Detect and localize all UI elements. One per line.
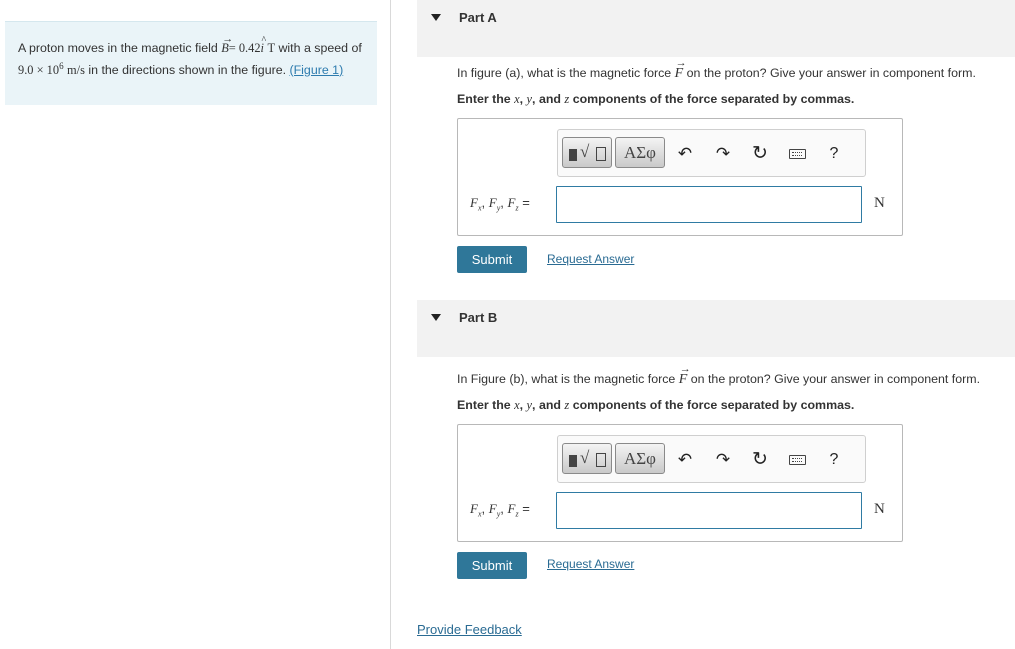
panel-divider: [390, 0, 391, 649]
part-b-question: In Figure (b), what is the magnetic forc…: [457, 363, 981, 387]
speed-unit: m/s: [67, 62, 85, 77]
greek-symbols-button[interactable]: ΑΣφ: [615, 443, 665, 474]
equation-label: Fx, Fy, Fz =: [470, 501, 530, 519]
part-b-submit-button[interactable]: Submit: [457, 552, 527, 579]
answer-input[interactable]: [556, 186, 862, 223]
vector-arrow-icon: →: [675, 57, 687, 69]
redo-icon[interactable]: ↷: [711, 142, 735, 166]
part-a-submit-button[interactable]: Submit: [457, 246, 527, 273]
templates-button[interactable]: √: [562, 137, 612, 168]
unit-label: N: [874, 501, 885, 517]
reset-icon[interactable]: ↻: [748, 448, 772, 472]
field-vector-symbol: → B: [221, 33, 234, 55]
part-a-request-answer-link[interactable]: Request Answer: [547, 252, 634, 266]
undo-icon[interactable]: ↶: [673, 142, 697, 166]
keyboard-icon[interactable]: [784, 142, 808, 166]
part-a-label: Part A: [459, 10, 497, 25]
part-a-question: In figure (a), what is the magnetic forc…: [457, 57, 976, 81]
part-a-instruction: Enter the x, y, and z components of the …: [457, 92, 855, 106]
part-a-header[interactable]: Part A: [417, 0, 1015, 57]
vector-arrow-icon: →: [679, 363, 691, 375]
speed-mantissa: 9.0 × 10: [18, 62, 60, 77]
templates-icon: [569, 455, 577, 467]
math-toolbar: √ ΑΣφ ↶ ↷ ↻ ?: [557, 435, 866, 483]
force-vector-symbol: → F: [678, 363, 691, 387]
vector-arrow-icon: →: [222, 33, 234, 45]
answer-input[interactable]: [556, 492, 862, 529]
part-b-answer-box: √ ΑΣφ ↶ ↷ ↻ ? Fx, Fy, Fz = N: [457, 424, 903, 542]
field-value: = 0.42: [228, 41, 261, 55]
keyboard-icon[interactable]: [784, 448, 808, 472]
field-unit: T: [267, 41, 276, 55]
provide-feedback-link[interactable]: Provide Feedback: [417, 622, 522, 637]
templates-button[interactable]: √: [562, 443, 612, 474]
help-icon[interactable]: ?: [822, 448, 846, 472]
reset-icon[interactable]: ↻: [748, 142, 772, 166]
unit-vector-i: ^ i: [261, 35, 267, 58]
part-b-request-answer-link[interactable]: Request Answer: [547, 557, 634, 571]
templates-icon: [569, 149, 577, 161]
part-b-label: Part B: [459, 310, 498, 325]
unit-label: N: [874, 195, 885, 211]
greek-symbols-button[interactable]: ΑΣφ: [615, 137, 665, 168]
force-vector-symbol: → F: [674, 57, 687, 81]
redo-icon[interactable]: ↷: [711, 448, 735, 472]
collapse-triangle-icon[interactable]: [431, 314, 441, 321]
collapse-triangle-icon[interactable]: [431, 14, 441, 21]
part-b-instruction: Enter the x, y, and z components of the …: [457, 398, 855, 412]
figure-1-link[interactable]: (Figure 1): [289, 63, 343, 77]
part-a-answer-box: √ ΑΣφ ↶ ↷ ↻ ? Fx, Fy, Fz = N: [457, 118, 903, 236]
math-toolbar: √ ΑΣφ ↶ ↷ ↻ ?: [557, 129, 866, 177]
speed-exponent: 6: [59, 60, 64, 71]
part-b-header[interactable]: Part B: [417, 300, 1015, 357]
problem-statement: A proton moves in the magnetic field → B=…: [5, 21, 377, 105]
hat-icon: ^: [261, 35, 267, 46]
problem-text-middle: with a speed of: [275, 41, 362, 55]
equation-label: Fx, Fy, Fz =: [470, 195, 530, 213]
problem-text-suffix: in the directions shown in the figure.: [84, 62, 290, 77]
undo-icon[interactable]: ↶: [673, 448, 697, 472]
problem-text-prefix: A proton moves in the magnetic field: [18, 41, 222, 55]
help-icon[interactable]: ?: [822, 142, 846, 166]
